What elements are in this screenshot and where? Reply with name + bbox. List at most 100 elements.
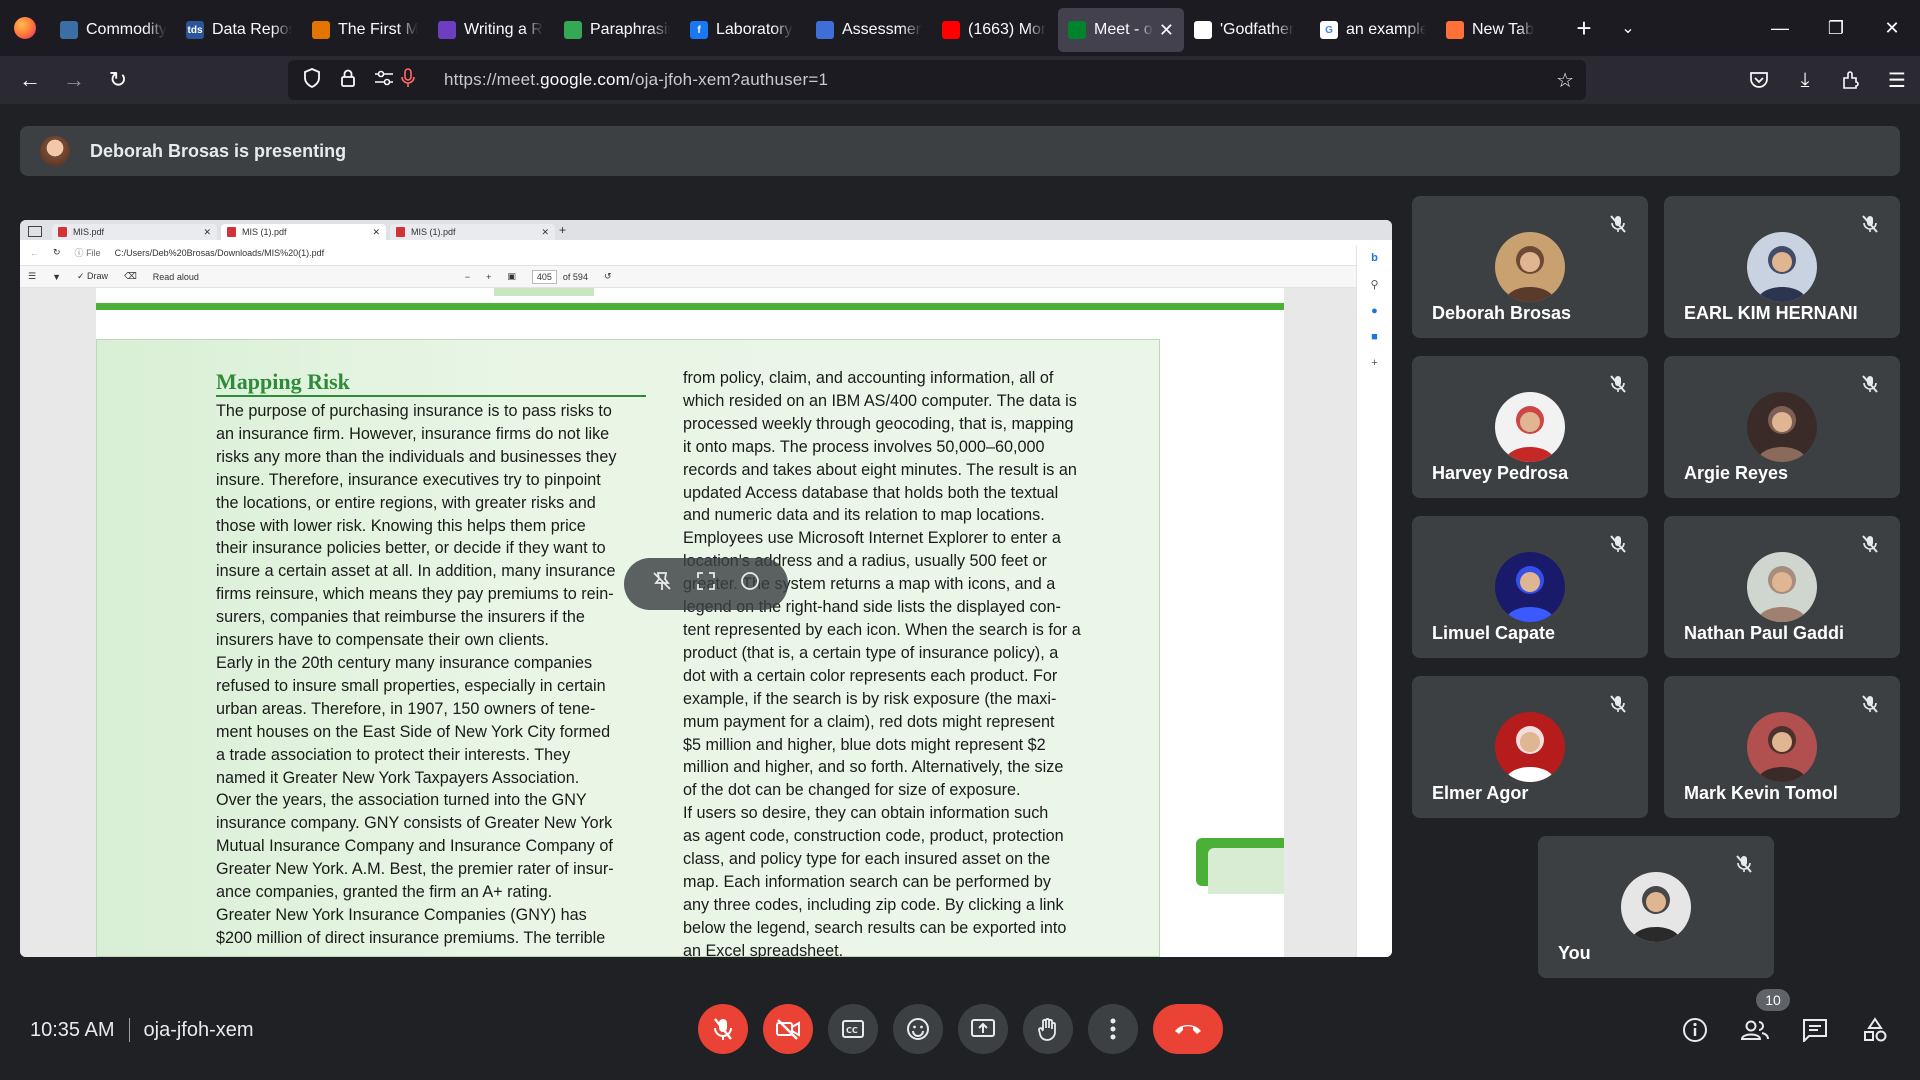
page-number: 405 (531, 269, 557, 284)
permissions-icon[interactable] (374, 70, 394, 91)
pdf-text-line: Employees use Microsoft Internet Explore… (683, 529, 1061, 548)
forward-icon[interactable]: → (54, 60, 94, 100)
presenter-avatar (40, 136, 70, 166)
lock-icon[interactable] (338, 68, 358, 93)
close-icon: ✕ (372, 226, 380, 237)
add-tab-icon: + (559, 223, 567, 237)
browser-tab[interactable]: Paraphrasin (554, 8, 680, 52)
downloads-icon[interactable]: ⤓ (1782, 60, 1828, 100)
toolbar-right: ⤓ ☰ (1736, 60, 1920, 100)
muted-mic-icon (1608, 214, 1628, 234)
close-window-icon[interactable]: ✕ (1864, 0, 1920, 56)
browser-tab[interactable]: f Laboratory (680, 8, 806, 52)
participant-name: Mark Kevin Tomol (1684, 783, 1838, 803)
eraser-icon: ⌫ (124, 271, 137, 281)
chat-icon[interactable] (1795, 1010, 1835, 1050)
participant-avatar (1495, 232, 1565, 302)
participant-name: Limuel Capate (1432, 623, 1556, 643)
participant-tile[interactable]: Argie Reyes (1664, 356, 1900, 498)
pdf-text-line: their insurance policies better, or deci… (216, 539, 606, 558)
fullscreen-icon[interactable] (695, 570, 717, 598)
pdf-text-line: The purpose of purchasing insurance is t… (216, 402, 612, 420)
pdf-text-line: urban areas. Therefore, in 1907, 150 own… (216, 699, 596, 718)
unpin-icon[interactable] (651, 570, 673, 598)
microphone-toggle-button[interactable] (698, 1004, 748, 1054)
back-icon[interactable]: ← (10, 60, 50, 100)
more-options-button[interactable] (1088, 1004, 1138, 1054)
pdf-text-line: those with lower risk. Knowing this help… (216, 516, 586, 535)
microphone-in-use-icon[interactable] (398, 67, 418, 93)
leave-call-button[interactable] (1153, 1004, 1223, 1054)
sidebar-app-icon: ● (1371, 305, 1378, 317)
activities-icon[interactable] (1855, 1010, 1895, 1050)
participant-name: Argie Reyes (1684, 463, 1789, 483)
participant-tile[interactable]: Limuel Capate (1412, 516, 1648, 658)
list-all-tabs-icon[interactable]: ⌄ (1606, 18, 1650, 38)
close-tab-icon[interactable]: ✕ (1159, 20, 1174, 41)
pocket-icon[interactable] (1736, 60, 1782, 100)
participant-tile[interactable]: Harvey Pedrosa (1412, 356, 1648, 498)
muted-mic-icon (1860, 374, 1880, 394)
participant-avatar (1495, 392, 1565, 462)
browser-tab[interactable]: Commodity (50, 8, 176, 52)
pdf-text-line: as agent code, construction code, produc… (683, 827, 1064, 846)
camera-toggle-button[interactable] (763, 1004, 813, 1054)
pdf-viewport: Mapping Risk The purpose of purchasing i… (20, 288, 1356, 957)
shared-screen-overlay[interactable] (624, 558, 788, 610)
presented-tab-label: MIS (1).pdf (411, 227, 456, 237)
page-decoration (1196, 838, 1284, 894)
muted-mic-icon (1860, 694, 1880, 714)
more-options-icon[interactable] (739, 570, 761, 598)
browser-tab[interactable]: Writing a R (428, 8, 554, 52)
pdf-text-line: insurance company. GNY consists of Great… (216, 814, 613, 833)
participant-tile[interactable]: Deborah Brosas (1412, 196, 1648, 338)
pdf-text-line: below the legend, search results can be … (683, 918, 1067, 937)
people-count-badge: 10 (1756, 989, 1790, 1011)
browser-tab[interactable]: Assessment (806, 8, 932, 52)
pdf-icon (58, 227, 67, 237)
reload-icon: ↻ (53, 247, 61, 257)
browser-tab-label: an example (1346, 21, 1426, 38)
participant-name: Elmer Agor (1432, 783, 1529, 803)
participant-avatar (1747, 392, 1817, 462)
browser-tab-label: Assessment (842, 21, 922, 38)
participant-tile[interactable]: Mark Kevin Tomol (1664, 676, 1900, 818)
browser-tab[interactable]: 'Godfather (1184, 8, 1310, 52)
browser-tab-label: Data Repos (212, 21, 292, 38)
muted-mic-icon (1608, 694, 1628, 714)
reactions-button[interactable] (893, 1004, 943, 1054)
navigation-bar: ← → ↻ https://meet.google.com/oja-jfoh-x… (0, 56, 1920, 104)
people-icon[interactable] (1735, 1010, 1775, 1050)
browser-tab[interactable]: (1663) Mor (932, 8, 1058, 52)
browser-tab[interactable]: Meet - o ✕ (1058, 8, 1184, 52)
browser-tab[interactable]: New Tab (1436, 8, 1562, 52)
address-bar[interactable]: https://meet.google.com/oja-jfoh-xem?aut… (288, 60, 1586, 100)
participant-tile[interactable]: Elmer Agor (1412, 676, 1648, 818)
captions-button[interactable]: CC (828, 1004, 878, 1054)
new-tab-button[interactable]: + (1562, 13, 1606, 44)
hamburger-menu-icon[interactable]: ☰ (1874, 60, 1920, 100)
url-text[interactable]: https://meet.google.com/oja-jfoh-xem?aut… (444, 70, 828, 90)
minimize-icon[interactable]: — (1752, 0, 1808, 56)
shield-icon[interactable] (302, 67, 322, 93)
extensions-icon[interactable] (1828, 60, 1874, 100)
browser-tab[interactable]: Gan example (1310, 8, 1436, 52)
pdf-toolbar: ☰ ▼ ✓ Draw ⌫ Read aloud − + ▣ 405 of 594… (20, 266, 1392, 288)
browser-tab[interactable]: The First M (302, 8, 428, 52)
pdf-text-line: $5 million and higher, blue dots might r… (683, 735, 1046, 754)
firefox-menu-icon[interactable] (0, 0, 50, 56)
participant-tile[interactable]: You (1538, 836, 1774, 978)
tab-favicon-icon (438, 21, 456, 39)
muted-mic-icon (1608, 374, 1628, 394)
participant-tile[interactable]: Nathan Paul Gaddi (1664, 516, 1900, 658)
pdf-text-line: a trade association to protect their int… (216, 745, 571, 764)
browser-tab[interactable]: tds Data Repos (176, 8, 302, 52)
meeting-details-icon[interactable] (1675, 1010, 1715, 1050)
reload-icon[interactable]: ↻ (98, 60, 138, 100)
participant-tile[interactable]: EARL KIM HERNANI (1664, 196, 1900, 338)
raise-hand-button[interactable] (1023, 1004, 1073, 1054)
browser-tab-label: Paraphrasin (590, 21, 670, 38)
restore-icon[interactable]: ❐ (1808, 0, 1864, 56)
present-now-button[interactable] (958, 1004, 1008, 1054)
bookmark-star-icon[interactable]: ☆ (1556, 68, 1574, 93)
